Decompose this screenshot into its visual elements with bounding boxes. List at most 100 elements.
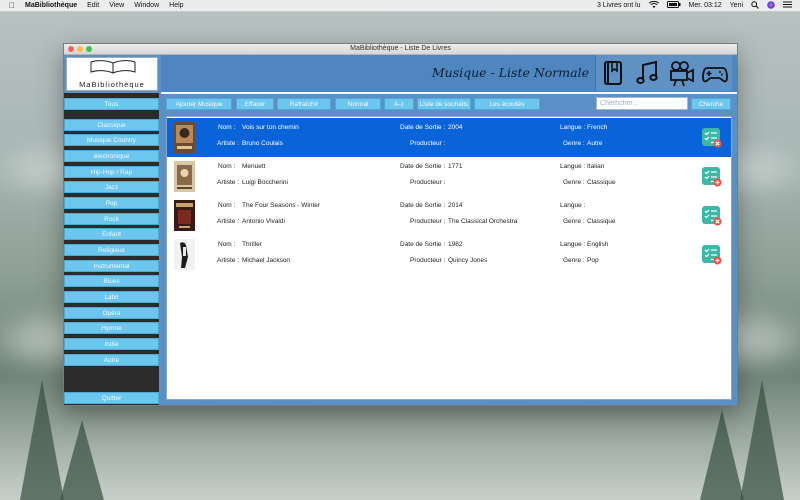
zoom-window-button[interactable] [86, 46, 92, 52]
normal-view-button[interactable]: Normal [335, 98, 381, 110]
music-note-icon[interactable] [633, 59, 661, 87]
list-item[interactable]: Nom : Menuett Artiste : Luigi Boccherini… [167, 157, 731, 196]
label-date: Date de Sortie : [400, 241, 446, 248]
label-nom: Nom : [218, 241, 236, 248]
wifi-icon[interactable] [648, 0, 659, 11]
label-artiste: Artiste : [217, 140, 240, 147]
sidebar-item-autre[interactable]: Autre [64, 354, 159, 366]
sidebar-item-hip-hop-rap[interactable]: Hip-Hop / Rap [64, 166, 159, 178]
label-langue: Langue : [560, 241, 586, 248]
sidebar-item-musique-country[interactable]: Musique Country [64, 134, 159, 146]
sidebar-item-jazz[interactable]: Jazz [64, 181, 159, 193]
item-title: Menuett [242, 163, 266, 170]
sidebar: Tous Classique Musique Country électroni… [64, 93, 159, 405]
list-item[interactable]: Nom : Thriller Artiste : Michael Jackson… [167, 235, 731, 274]
sidebar-item-blues[interactable]: Blues [64, 275, 159, 287]
gamepad-icon[interactable] [701, 59, 729, 87]
label-genre: Genre : [563, 140, 585, 147]
sidebar-item-tous[interactable]: Tous [64, 98, 159, 110]
sidebar-item-enfant[interactable]: Enfant [64, 228, 159, 240]
label-nom: Nom : [218, 163, 236, 170]
label-nom: Nom : [218, 124, 236, 131]
checklist-remove-icon[interactable] [702, 128, 722, 148]
user-name[interactable]: Yeni [730, 2, 743, 9]
item-producer: Quincy Jones [448, 257, 488, 264]
item-language: French [587, 124, 608, 131]
album-cover-icon [174, 239, 195, 270]
app-menu[interactable]: MaBibliothèque [25, 2, 77, 9]
movie-camera-icon[interactable] [667, 59, 695, 87]
search-input[interactable] [596, 97, 688, 110]
album-cover-icon [174, 161, 195, 192]
siri-icon[interactable] [767, 0, 775, 11]
item-title: The Four Seasons - Winter [242, 202, 321, 209]
sidebar-item-instrumental[interactable]: Instrumental [64, 260, 159, 272]
wishlist-button[interactable]: Liste de souhaits [417, 98, 471, 110]
item-title: Thriller [242, 241, 262, 248]
list-item[interactable]: Nom : Vois sur ton chemin Artiste : Brun… [167, 118, 731, 157]
battery-icon[interactable] [666, 1, 681, 10]
sidebar-item-latin[interactable]: Latin [64, 291, 159, 303]
label-genre: Genre : [563, 218, 585, 225]
label-langue: Langue : [560, 202, 586, 209]
album-cover-icon [174, 122, 195, 153]
item-title: Vois sur ton chemin [242, 124, 299, 131]
checklist-remove-icon[interactable] [702, 206, 722, 226]
refresh-button[interactable]: Rafraîchir [277, 98, 331, 110]
menu-edit[interactable]: Edit [87, 2, 99, 9]
apple-icon[interactable]:  [9, 1, 19, 10]
item-date: 2014 [448, 202, 463, 209]
title-bar[interactable]: MaBibliothèque - Liste De Livres [64, 44, 737, 55]
sidebar-item-classique[interactable]: Classique [64, 119, 159, 131]
sort-az-button[interactable]: A-z [384, 98, 414, 110]
label-nom: Nom : [218, 202, 236, 209]
clock-text[interactable]: Mer. 03:12 [689, 2, 722, 9]
item-artist: Antonio Vivaldi [242, 218, 285, 225]
quit-button[interactable]: Quitter [64, 392, 159, 404]
label-producteur: Producteur : [410, 218, 446, 225]
minimize-window-button[interactable] [77, 46, 83, 52]
sidebar-item-religieux[interactable]: Religieux [64, 244, 159, 256]
category-switcher [595, 55, 732, 91]
close-window-button[interactable] [68, 46, 74, 52]
book-icon[interactable] [599, 59, 627, 87]
spotlight-search-icon[interactable] [751, 0, 759, 11]
sidebar-item-opera[interactable]: Opéra [64, 307, 159, 319]
menu-help[interactable]: Help [169, 2, 183, 9]
page-title: Musique - Liste Normale [431, 65, 589, 80]
label-langue: Langue : [560, 163, 586, 170]
window-title: MaBibliothèque - Liste De Livres [350, 45, 451, 52]
album-cover-icon [174, 200, 195, 231]
list-item[interactable]: Nom : The Four Seasons - Winter Artiste … [167, 196, 731, 235]
label-genre: Genre : [563, 179, 585, 186]
sidebar-item-hymne[interactable]: Hymne [64, 322, 159, 334]
sidebar-item-indie[interactable]: Indie [64, 338, 159, 350]
menu-view[interactable]: View [109, 2, 124, 9]
checklist-add-icon[interactable] [702, 245, 722, 265]
item-genre: Classique [587, 179, 616, 186]
item-artist: Michael Jackson [242, 257, 291, 264]
add-music-button[interactable]: Ajouter Musique [166, 98, 232, 110]
label-genre: Genre : [563, 257, 585, 264]
item-artist: Bruno Coulais [242, 140, 283, 147]
label-date: Date de Sortie : [400, 124, 446, 131]
search-button[interactable]: Cherche [691, 98, 731, 110]
label-artiste: Artiste : [217, 218, 240, 225]
listened-button[interactable]: Les écoutés [474, 98, 540, 110]
sidebar-item-rock[interactable]: Rock [64, 213, 159, 225]
menu-window[interactable]: Window [134, 2, 159, 9]
checklist-add-icon[interactable] [702, 167, 722, 187]
sidebar-item-electronique[interactable]: électronique [64, 150, 159, 162]
menu-bar:  MaBibliothèque Edit View Window Help 3… [0, 0, 800, 12]
label-producteur: Producteur : [410, 179, 446, 186]
notification-center-icon[interactable] [783, 1, 792, 10]
item-artist: Luigi Boccherini [242, 179, 288, 186]
label-producteur: Producteur : [410, 140, 446, 147]
delete-button[interactable]: Effacer [236, 98, 274, 110]
item-genre: Pop [587, 257, 599, 264]
label-date: Date de Sortie : [400, 202, 446, 209]
sidebar-item-pop[interactable]: Pop [64, 197, 159, 209]
item-genre: Classique [587, 218, 616, 225]
item-genre: Autre [587, 140, 603, 147]
label-producteur: Producteur : [410, 257, 446, 264]
